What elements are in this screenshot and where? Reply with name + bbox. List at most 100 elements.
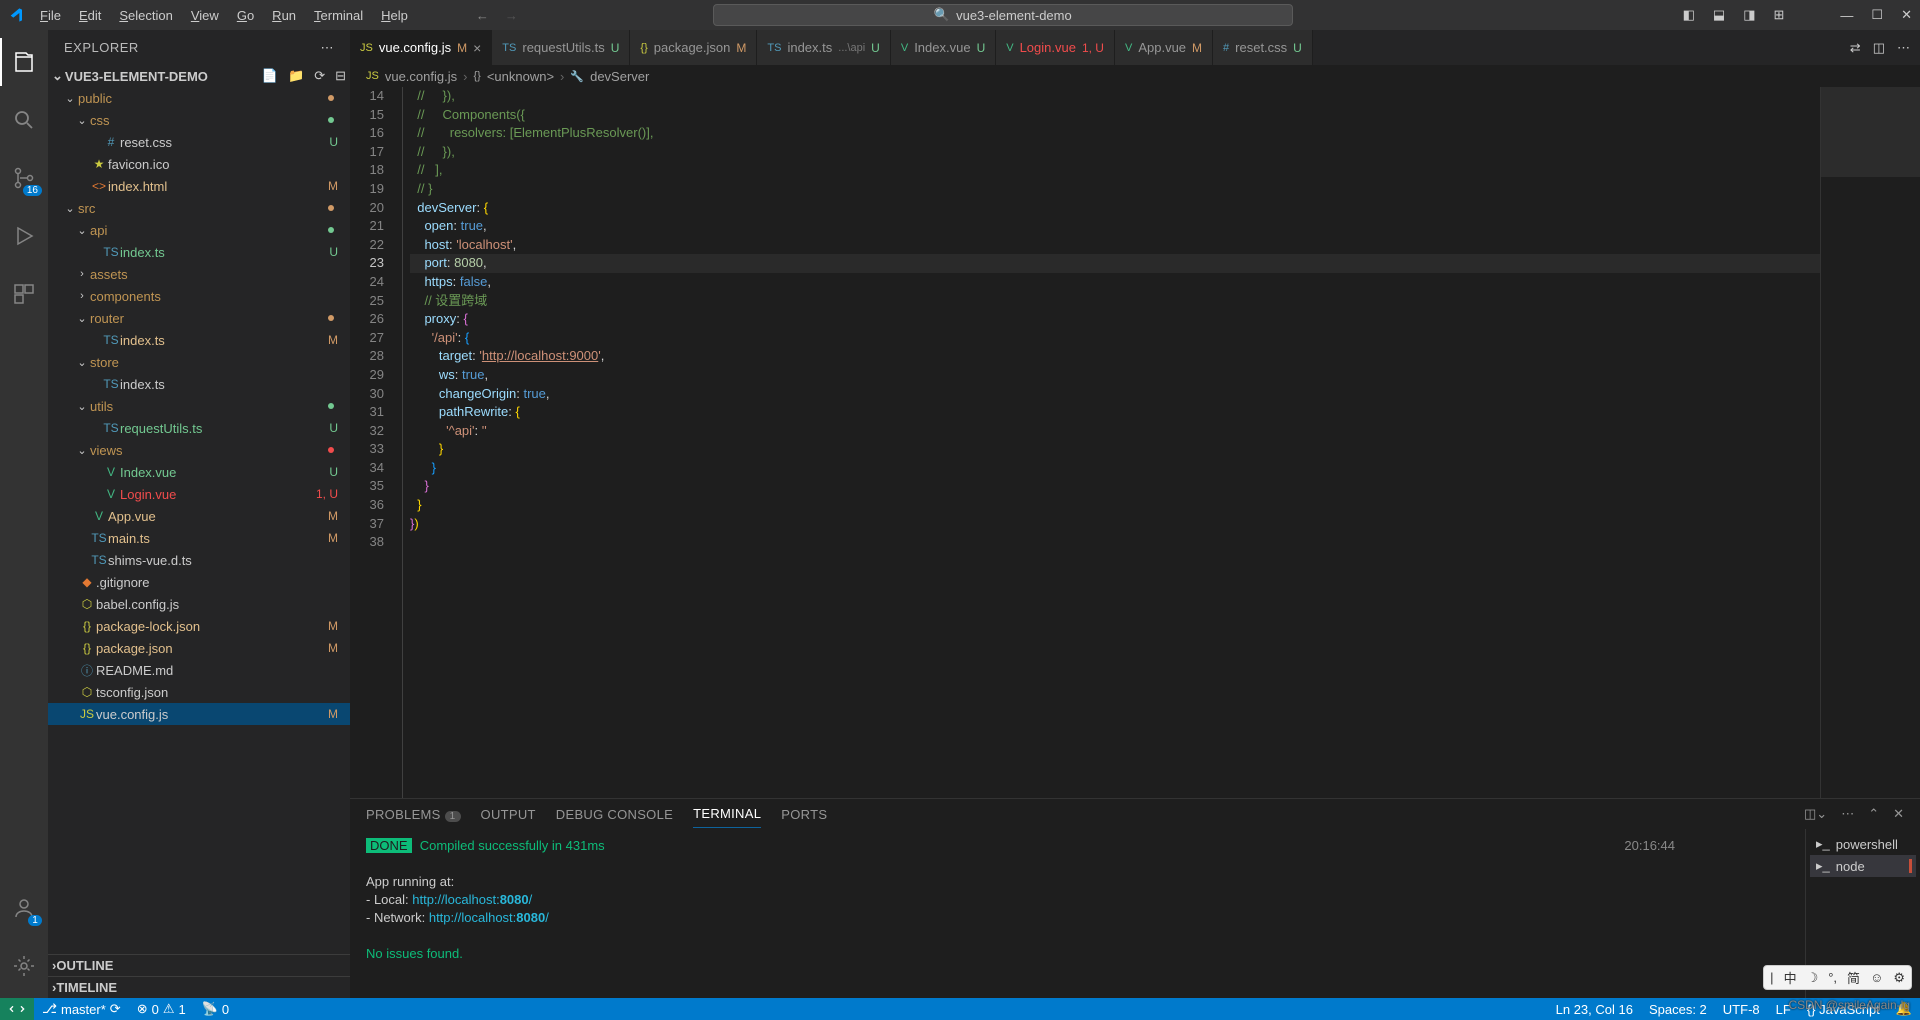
- panel-tab-output[interactable]: OUTPUT: [481, 801, 536, 828]
- file-item[interactable]: TSrequestUtils.tsU: [48, 417, 350, 439]
- file-item[interactable]: ⓘREADME.md: [48, 659, 350, 681]
- terminal-output[interactable]: DONE Compiled successfully in 431ms20:16…: [350, 829, 1805, 998]
- editor-tab[interactable]: VApp.vueM: [1115, 30, 1213, 65]
- layout-toggle-secondary-icon[interactable]: ◨: [1743, 7, 1755, 23]
- menu-go[interactable]: Go: [229, 4, 262, 27]
- folder-item[interactable]: ⌄views: [48, 439, 350, 461]
- refresh-icon[interactable]: ⟳: [314, 68, 325, 84]
- status-spaces[interactable]: Spaces: 2: [1641, 1001, 1715, 1017]
- editor-tab[interactable]: JSvue.config.jsM×: [350, 30, 492, 65]
- file-item[interactable]: TSindex.tsM: [48, 329, 350, 351]
- file-item[interactable]: ⬡babel.config.js: [48, 593, 350, 615]
- minimap[interactable]: [1820, 87, 1920, 798]
- status-branch[interactable]: ⎇master*⟳: [34, 1001, 129, 1017]
- file-item[interactable]: TSindex.ts: [48, 373, 350, 395]
- menu-terminal[interactable]: Terminal: [306, 4, 371, 27]
- file-item[interactable]: TSshims-vue.d.ts: [48, 549, 350, 571]
- activity-explorer-icon[interactable]: [0, 38, 48, 86]
- editor-tab[interactable]: VIndex.vueU: [891, 30, 996, 65]
- file-item[interactable]: VApp.vueM: [48, 505, 350, 527]
- menu-help[interactable]: Help: [373, 4, 416, 27]
- layout-toggle-panel-icon[interactable]: ⬓: [1713, 7, 1725, 23]
- menu-selection[interactable]: Selection: [111, 4, 180, 27]
- explorer-more-icon[interactable]: ⋯: [321, 40, 335, 56]
- menu-view[interactable]: View: [183, 4, 227, 27]
- folder-item[interactable]: ⌄public: [48, 87, 350, 109]
- file-item[interactable]: TSmain.tsM: [48, 527, 350, 549]
- layout-customize-icon[interactable]: ⊞: [1774, 7, 1785, 23]
- file-item[interactable]: <>index.htmlM: [48, 175, 350, 197]
- timeline-section[interactable]: ›TIMELINE: [48, 976, 350, 998]
- menu-run[interactable]: Run: [264, 4, 304, 27]
- ime-bar[interactable]: | 中 ☽ °, 简 ☺ ⚙: [1763, 965, 1912, 990]
- chevron-down-icon[interactable]: ⌄: [52, 68, 63, 84]
- menu-edit[interactable]: Edit: [71, 4, 109, 27]
- more-icon[interactable]: ⋯: [1897, 40, 1910, 56]
- file-item[interactable]: ⬡tsconfig.json: [48, 681, 350, 703]
- explorer-title: EXPLORER: [64, 40, 139, 55]
- code-content[interactable]: // }), // Components({ // resolvers: [El…: [410, 87, 1820, 798]
- panel-tab-ports[interactable]: PORTS: [781, 801, 827, 828]
- file-item[interactable]: JSvue.config.jsM: [48, 703, 350, 725]
- editor-tab[interactable]: #reset.cssU: [1213, 30, 1313, 65]
- nav-forward-icon[interactable]: →: [505, 8, 518, 23]
- activity-settings-icon[interactable]: [0, 942, 48, 990]
- folder-item[interactable]: ⌄utils: [48, 395, 350, 417]
- folder-item[interactable]: ⌄store: [48, 351, 350, 373]
- collapse-icon[interactable]: ⊟: [335, 68, 346, 84]
- panel-tab-terminal[interactable]: TERMINAL: [693, 800, 761, 828]
- editor-tab[interactable]: TSindex.ts...\apiU: [757, 30, 890, 65]
- file-item[interactable]: #reset.cssU: [48, 131, 350, 153]
- folder-item[interactable]: ⌄src: [48, 197, 350, 219]
- minimize-icon[interactable]: —: [1840, 8, 1853, 23]
- terminal-item-powershell[interactable]: ▸_powershell: [1810, 833, 1916, 855]
- split-icon[interactable]: ◫: [1873, 40, 1885, 56]
- more-icon[interactable]: ⋯: [1841, 806, 1854, 822]
- nav-back-icon[interactable]: ←: [476, 8, 489, 23]
- activity-extensions-icon[interactable]: [0, 270, 48, 318]
- new-file-icon[interactable]: 📄: [262, 68, 278, 84]
- panel-tab-debug console[interactable]: DEBUG CONSOLE: [556, 801, 673, 828]
- menu-file[interactable]: File: [32, 4, 69, 27]
- status-cursor[interactable]: Ln 23, Col 16: [1548, 1001, 1641, 1017]
- activity-debug-icon[interactable]: [0, 212, 48, 260]
- close-icon[interactable]: ✕: [1901, 7, 1912, 23]
- activity-search-icon[interactable]: [0, 96, 48, 144]
- editor[interactable]: 1415161718192021222324252627282930313233…: [350, 87, 1920, 798]
- editor-tab[interactable]: TSrequestUtils.tsU: [492, 30, 630, 65]
- file-item[interactable]: VIndex.vueU: [48, 461, 350, 483]
- editor-tab[interactable]: VLogin.vue1, U: [996, 30, 1115, 65]
- breadcrumb[interactable]: JSvue.config.js›{}<unknown>›🔧devServer: [350, 65, 1920, 87]
- tab-close-icon[interactable]: ×: [473, 40, 481, 56]
- terminal-item-node[interactable]: ▸_node: [1810, 855, 1916, 877]
- activity-scm-icon[interactable]: 16: [0, 154, 48, 202]
- split-terminal-icon[interactable]: ◫⌄: [1804, 806, 1827, 822]
- file-item[interactable]: ★favicon.ico: [48, 153, 350, 175]
- folder-item[interactable]: ⌄router: [48, 307, 350, 329]
- file-item[interactable]: ◆.gitignore: [48, 571, 350, 593]
- remote-button[interactable]: [0, 998, 34, 1020]
- status-ports[interactable]: 📡0: [194, 1001, 237, 1017]
- editor-tab[interactable]: {}package.jsonM: [630, 30, 757, 65]
- outline-section[interactable]: ›OUTLINE: [48, 954, 350, 976]
- file-item[interactable]: VLogin.vue1, U: [48, 483, 350, 505]
- status-encoding[interactable]: UTF-8: [1715, 1001, 1768, 1017]
- close-panel-icon[interactable]: ✕: [1893, 806, 1904, 822]
- folder-item[interactable]: ⌄api: [48, 219, 350, 241]
- file-item[interactable]: {}package.jsonM: [48, 637, 350, 659]
- layout-toggle-primary-icon[interactable]: ◧: [1683, 7, 1695, 23]
- panel-tab-problems[interactable]: PROBLEMS1: [366, 801, 461, 828]
- compare-icon[interactable]: ⇄: [1850, 40, 1861, 56]
- folder-item[interactable]: ⌄css: [48, 109, 350, 131]
- file-type-icon: V: [102, 465, 120, 479]
- folder-item[interactable]: ›assets: [48, 263, 350, 285]
- folder-item[interactable]: ›components: [48, 285, 350, 307]
- new-folder-icon[interactable]: 📁: [288, 68, 304, 84]
- maximize-icon[interactable]: ☐: [1871, 7, 1883, 23]
- file-item[interactable]: TSindex.tsU: [48, 241, 350, 263]
- file-item[interactable]: {}package-lock.jsonM: [48, 615, 350, 637]
- chevron-up-icon[interactable]: ⌃: [1868, 806, 1879, 822]
- status-problems[interactable]: ⊗0⚠1: [129, 1001, 194, 1017]
- activity-account-icon[interactable]: 1: [0, 884, 48, 932]
- command-center[interactable]: 🔍 vue3-element-demo: [713, 4, 1293, 26]
